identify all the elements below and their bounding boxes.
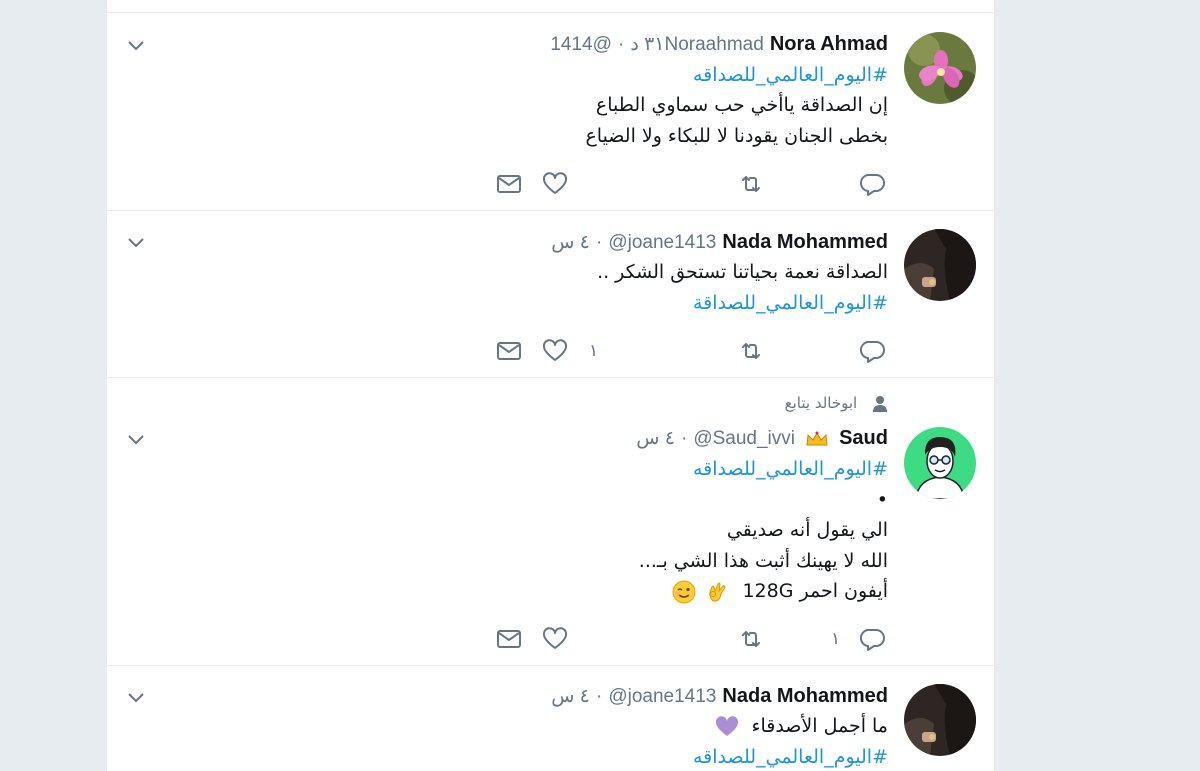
heart-icon[interactable] (541, 337, 569, 365)
separator: · (680, 428, 688, 449)
chevron-down-icon[interactable] (125, 428, 147, 450)
winking-face-emoji-icon (672, 580, 696, 604)
person-icon (872, 395, 888, 413)
envelope-icon[interactable] (495, 625, 523, 653)
retweet-icon[interactable] (737, 337, 765, 365)
avatar-nada[interactable] (904, 229, 976, 301)
tweet-2[interactable]: ٤ س · @joane1413 Nada Mohammed الصداقة ن… (107, 211, 994, 378)
tweet-text-line: الصداقة نعمة بحياتنا تستحق الشكر .. (597, 261, 888, 283)
tweet-header: ٤ س · @joane1413 Nada Mohammed (551, 229, 888, 256)
user-handle[interactable]: @Saud_ivvi (693, 428, 795, 449)
tweet-time[interactable]: ٤ س (551, 686, 590, 707)
tweet-3[interactable]: ابوخالد يتابع ٤ س · @Saud_ivvi Saud #الي… (107, 378, 994, 666)
separator: · (595, 686, 603, 707)
follow-context-text[interactable]: ابوخالد يتابع (785, 394, 858, 412)
tweet-text: ما أجمل الأصدقاء (751, 715, 888, 737)
user-name[interactable]: Nada Mohammed (722, 685, 888, 707)
tweet-4[interactable]: ٤ س · @joane1413 Nada Mohammed ما أجمل ا… (107, 666, 994, 771)
heart-icon[interactable] (541, 170, 569, 198)
tweet-text: أيفون احمر 128G (742, 580, 888, 602)
tweet-text-line: إن الصداقة ياأخي حب سماوي الطباع (595, 94, 888, 116)
tweet-header: ٣١ د · @1414Noraahmad Nora Ahmad (550, 31, 888, 58)
avatar-saud[interactable] (904, 427, 976, 499)
tweet-text-line: بخطى الجنان يقودنا لا للبكاء ولا الضياع (585, 125, 888, 147)
tweet-actions (107, 170, 994, 198)
user-handle[interactable]: @joane1413 (608, 686, 716, 707)
user-name[interactable]: Nada Mohammed (722, 231, 888, 253)
avatar-nora[interactable] (904, 32, 976, 104)
avatar-nada[interactable] (904, 684, 976, 756)
separator: · (595, 232, 603, 253)
reply-icon[interactable] (859, 625, 887, 653)
like-count: ١ (589, 341, 599, 361)
crown-icon (805, 431, 829, 447)
hashtag[interactable]: #اليوم_العالمي_للصداقه (693, 454, 888, 484)
tweet-text-line: • (876, 489, 888, 511)
retweet-icon[interactable] (737, 625, 765, 653)
chevron-down-icon[interactable] (125, 231, 147, 253)
tweet-text-line: ما أجمل الأصدقاء (715, 711, 888, 741)
user-name[interactable]: Saud (839, 427, 888, 449)
tweet-header: ٤ س · @joane1413 Nada Mohammed (551, 683, 888, 710)
tweet-text-line: الله لا يهينك أثبت هذا الشي بـ... (638, 550, 888, 572)
user-name[interactable]: Nora Ahmad (770, 33, 888, 55)
purple-heart-emoji-icon (715, 715, 739, 738)
user-handle[interactable]: @joane1413 (608, 232, 716, 253)
hashtag[interactable]: #اليوم_العالمي_للصداقة (693, 288, 888, 318)
chevron-down-icon[interactable] (125, 34, 147, 56)
tweet-1[interactable]: ٣١ د · @1414Noraahmad Nora Ahmad #اليوم_… (107, 13, 994, 211)
hashtag[interactable]: #اليوم_العالمي_للصداقه (693, 742, 888, 771)
reply-icon[interactable] (859, 170, 887, 198)
follow-context: ابوخالد يتابع (785, 394, 888, 413)
heart-icon[interactable] (541, 625, 569, 653)
timeline: ٣١ د · @1414Noraahmad Nora Ahmad #اليوم_… (106, 0, 995, 771)
ok-hand-emoji-icon (706, 581, 728, 603)
tweet-time[interactable]: ٣١ د (630, 34, 664, 55)
separator: · (617, 34, 625, 55)
hashtag[interactable]: #اليوم_العالمي_للصداقه (693, 60, 888, 90)
tweet-actions: ١ (107, 625, 994, 653)
tweet-header: ٤ س · @Saud_ivvi Saud (636, 425, 888, 452)
tweet-time[interactable]: ٤ س (551, 232, 590, 253)
tweet-time[interactable]: ٤ س (636, 428, 675, 449)
retweet-icon[interactable] (737, 170, 765, 198)
tweet-text-line: الي يقول أنه صديقي (726, 519, 888, 541)
chevron-down-icon[interactable] (125, 686, 147, 708)
envelope-icon[interactable] (495, 170, 523, 198)
reply-count: ١ (831, 629, 841, 649)
reply-icon[interactable] (859, 337, 887, 365)
envelope-icon[interactable] (495, 337, 523, 365)
tweet-text-line: أيفون احمر 128G (672, 576, 888, 606)
tweet-actions: ١ (107, 337, 994, 365)
